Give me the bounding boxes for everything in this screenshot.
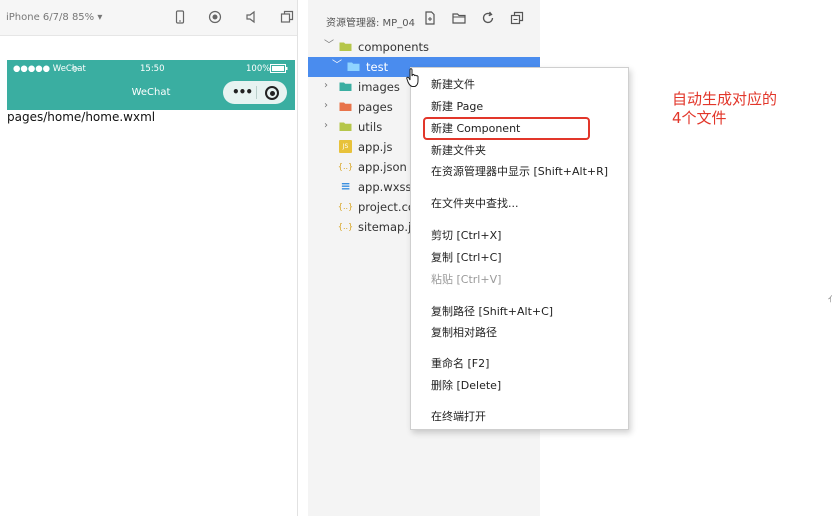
annotation-line-2: 4个文件 — [672, 109, 727, 127]
menu-item-find-in-folder[interactable]: 在文件夹中查找... — [431, 195, 519, 211]
highlight-box — [423, 117, 590, 140]
menu-item-new-page[interactable]: 新建 Page — [431, 98, 483, 114]
page-path-text: pages/home/home.wxml — [7, 110, 156, 124]
volume-icon[interactable] — [245, 10, 259, 24]
close-miniprogram-icon[interactable] — [265, 86, 279, 100]
tree-item-label: project.co — [358, 200, 415, 214]
new-file-icon[interactable] — [423, 11, 437, 25]
folder-icon — [339, 42, 352, 51]
tree-item-label: test — [366, 60, 389, 74]
chevron-down-icon[interactable]: ﹀ — [324, 41, 334, 51]
json-file-icon: {..} — [337, 202, 354, 211]
tree-item-label: app.wxss — [358, 180, 412, 194]
tree-item-components[interactable]: ﹀ components — [308, 37, 540, 57]
tree-item-label: sitemap.js — [358, 220, 418, 234]
chevron-right-icon[interactable]: › — [324, 101, 334, 111]
js-file-icon: JS — [339, 140, 352, 153]
capsule-divider — [256, 86, 257, 99]
battery-percent: 100% — [246, 64, 271, 74]
explorer-title: 资源管理器: MP_04 — [326, 18, 415, 29]
json-file-icon: {..} — [337, 162, 354, 171]
menu-item-open-in-terminal[interactable]: 在终端打开 — [431, 408, 486, 424]
edge-fragment: ｲ — [828, 295, 833, 305]
folder-icon — [339, 102, 352, 111]
chevron-right-icon[interactable]: › — [324, 121, 334, 131]
menu-item-copy[interactable]: 复制 [Ctrl+C] — [431, 249, 502, 265]
tree-item-label: components — [358, 40, 430, 54]
menu-item-copy-path[interactable]: 复制路径 [Shift+Alt+C] — [431, 303, 553, 319]
hand-cursor-icon — [406, 68, 419, 87]
annotation-note: 自动生成对应的 4个文件 — [672, 90, 777, 128]
tree-item-label: pages — [358, 100, 393, 114]
tree-item-label: utils — [358, 120, 383, 134]
menu-item-delete[interactable]: 删除 [Delete] — [431, 377, 501, 393]
new-folder-icon[interactable] — [452, 11, 466, 25]
folder-icon — [339, 82, 352, 91]
css-file-icon: ≡ — [340, 179, 351, 193]
status-time: 15:50 — [140, 64, 165, 74]
folder-icon — [339, 122, 352, 131]
detach-window-icon[interactable] — [280, 10, 294, 24]
tree-item-label: app.json — [358, 160, 407, 174]
menu-item-paste: 粘贴 [Ctrl+V] — [431, 273, 502, 286]
context-menu: 新建文件 新建 Page 新建 Component 新建文件夹 在资源管理器中显… — [410, 67, 629, 430]
record-icon[interactable] — [208, 10, 222, 24]
simulator-panel: iPhone 6/7/8 85% ▾ ●●●●● WeChat ᯤ 15:50 … — [0, 0, 298, 516]
menu-item-new-file[interactable]: 新建文件 — [431, 76, 475, 92]
simulator-toolbar: iPhone 6/7/8 85% ▾ — [0, 0, 297, 36]
tree-item-label: images — [358, 80, 400, 94]
wifi-icon: ᯤ — [71, 65, 79, 75]
more-icon[interactable]: ••• — [232, 85, 253, 99]
menu-item-reveal-in-explorer[interactable]: 在资源管理器中显示 [Shift+Alt+R] — [431, 163, 608, 179]
battery-icon — [270, 64, 288, 73]
phone-icon[interactable] — [173, 10, 187, 24]
menu-item-cut[interactable]: 剪切 [Ctrl+X] — [431, 227, 501, 243]
chevron-down-icon[interactable]: ﹀ — [332, 61, 342, 71]
phone-status-bar: ●●●●● WeChat ᯤ 15:50 100% — [7, 60, 295, 78]
chevron-right-icon[interactable]: › — [324, 81, 334, 91]
refresh-icon[interactable] — [481, 11, 495, 25]
capsule-menu[interactable]: ••• — [223, 81, 287, 104]
menu-item-new-folder[interactable]: 新建文件夹 — [431, 142, 486, 158]
collapse-all-icon[interactable] — [510, 11, 524, 25]
phone-navigation-bar: WeChat ••• — [7, 78, 295, 110]
folder-icon — [347, 62, 360, 71]
annotation-line-1: 自动生成对应的 — [672, 90, 778, 108]
device-selector[interactable]: iPhone 6/7/8 85% ▾ — [6, 12, 102, 23]
menu-item-copy-relative-path[interactable]: 复制相对路径 — [431, 324, 497, 340]
tree-item-label: app.js — [358, 140, 393, 154]
menu-item-rename[interactable]: 重命名 [F2] — [431, 355, 489, 371]
explorer-header: 资源管理器: MP_04 — [308, 0, 540, 36]
json-file-icon: {..} — [337, 222, 354, 231]
